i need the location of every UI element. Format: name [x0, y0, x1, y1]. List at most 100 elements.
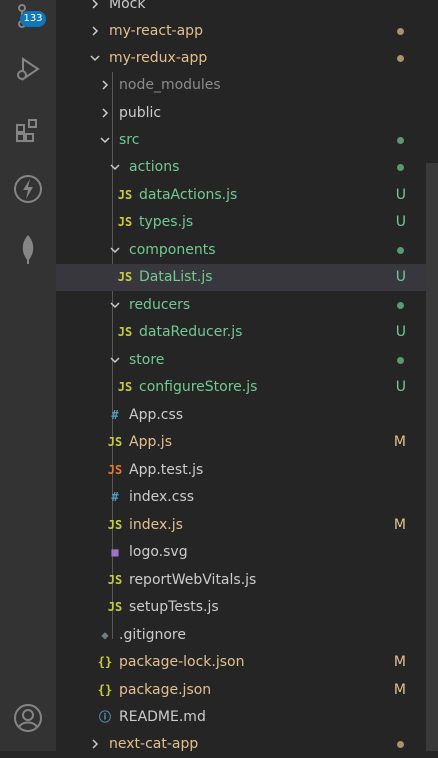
source-control-badge: 133: [20, 11, 46, 27]
tree-item-label: configureStore.js: [139, 379, 258, 395]
tree-folder[interactable]: components: [56, 237, 426, 264]
chevron-right-icon[interactable]: [88, 737, 102, 751]
git-status-dot: [397, 357, 404, 364]
extensions-icon[interactable]: [0, 106, 56, 154]
json-file-icon: {}: [97, 655, 113, 669]
js-file-icon: JS: [117, 270, 133, 284]
css-file-icon: #: [111, 490, 119, 504]
tree-folder[interactable]: node_modules: [56, 72, 426, 99]
tree-item-label: actions: [129, 159, 180, 175]
scrollbar-thumb[interactable]: [426, 163, 438, 751]
tree-item-label: components: [129, 242, 216, 258]
tree-folder[interactable]: reducers: [56, 292, 426, 319]
git-status-badge: U: [395, 214, 406, 230]
js-file-icon: JS: [117, 215, 133, 229]
svg-file-icon: ■: [111, 545, 119, 559]
tree-file[interactable]: # App.css: [56, 402, 426, 429]
js-file-icon: JS: [107, 573, 123, 587]
chevron-down-icon[interactable]: [88, 51, 102, 65]
tree-file[interactable]: JS App.test.js: [56, 457, 426, 484]
tree-item-label: package.json: [119, 682, 212, 698]
mongodb-leaf-icon[interactable]: [0, 225, 56, 273]
chevron-right-icon[interactable]: [98, 106, 112, 120]
chevron-right-icon[interactable]: [98, 78, 112, 92]
tree-file[interactable]: JS reportWebVitals.js: [56, 567, 426, 594]
tree-item-label: src: [119, 132, 140, 148]
tree-file[interactable]: JS App.js M: [56, 429, 426, 456]
tree-item-label: App.css: [129, 407, 184, 423]
tree-folder[interactable]: store: [56, 347, 426, 374]
git-status-badge: M: [393, 654, 406, 670]
tree-folder[interactable]: Mock: [56, 0, 426, 18]
js-file-icon: JS: [107, 435, 123, 449]
tree-item-label: README.md: [119, 709, 206, 725]
json-file-icon: {}: [97, 683, 113, 697]
tree-file[interactable]: JS index.js M: [56, 512, 426, 539]
tree-file[interactable]: JS dataActions.js U: [56, 182, 426, 209]
git-status-badge: U: [395, 187, 406, 203]
tree-file[interactable]: ■ logo.svg: [56, 539, 426, 566]
tree-item-label: App.test.js: [129, 462, 204, 478]
tree-item-label: .gitignore: [119, 627, 186, 643]
tree-item-label: store: [129, 352, 165, 368]
tree-file[interactable]: ⓘ README.md: [56, 704, 426, 731]
tree-file[interactable]: # index.css: [56, 484, 426, 511]
tree-file[interactable]: JS setupTests.js: [56, 594, 426, 621]
git-status-badge: U: [395, 379, 406, 395]
tree-item-label: next-cat-app: [109, 736, 199, 752]
js-file-icon: JS: [117, 325, 133, 339]
chevron-right-icon[interactable]: [88, 0, 102, 11]
info-file-icon: ⓘ: [98, 710, 111, 724]
account-icon[interactable]: [0, 694, 56, 742]
tree-file[interactable]: JS configureStore.js U: [56, 374, 426, 401]
tree-item-label: my-redux-app: [109, 50, 208, 66]
thunder-client-icon[interactable]: [0, 165, 56, 213]
git-file-icon: ◆: [101, 628, 109, 642]
test-file-icon: JS: [107, 463, 123, 477]
tree-file[interactable]: JS dataReducer.js U: [56, 319, 426, 346]
js-file-icon: JS: [107, 518, 123, 532]
git-status-dot: [397, 247, 404, 254]
tree-folder[interactable]: public: [56, 100, 426, 127]
tree-item-label: node_modules: [119, 77, 221, 93]
chevron-down-icon[interactable]: [98, 133, 112, 147]
chevron-down-icon[interactable]: [108, 298, 122, 312]
tree-item-label: setupTests.js: [129, 599, 219, 615]
git-status-dot: [397, 164, 404, 171]
chevron-right-icon[interactable]: [88, 24, 102, 38]
css-file-icon: #: [111, 408, 119, 422]
tree-item-label: reportWebVitals.js: [129, 572, 257, 588]
tree-item-label: package-lock.json: [119, 654, 245, 670]
tree-folder[interactable]: next-cat-app: [56, 731, 426, 758]
git-status-dot: [397, 28, 404, 35]
tree-folder[interactable]: my-react-app: [56, 18, 426, 45]
tree-item-label: public: [119, 105, 162, 121]
tree-item-label: logo.svg: [129, 544, 188, 560]
tree-file[interactable]: ◆ .gitignore: [56, 622, 426, 649]
tree-folder[interactable]: actions: [56, 154, 426, 181]
tree-file[interactable]: {} package.json M: [56, 677, 426, 704]
tree-folder[interactable]: my-redux-app: [56, 45, 426, 72]
js-file-icon: JS: [117, 188, 133, 202]
tree-item-label: types.js: [139, 214, 194, 230]
tree-item-label: reducers: [129, 297, 191, 313]
activity-bar: 133: [0, 0, 56, 751]
tree-file[interactable]: {} package-lock.json M: [56, 649, 426, 676]
tree-file[interactable]: JS DataList.js U: [56, 264, 426, 291]
tree-item-label: dataReducer.js: [139, 324, 243, 340]
tree-item-label: Mock: [109, 0, 146, 12]
git-status-dot: [397, 302, 404, 309]
chevron-down-icon[interactable]: [108, 160, 122, 174]
git-status-badge: U: [395, 269, 406, 285]
tree-item-label: DataList.js: [139, 269, 213, 285]
tree-file[interactable]: JS types.js U: [56, 209, 426, 236]
chevron-down-icon[interactable]: [108, 353, 122, 367]
explorer-tree: Mock my-react-app my-redux-app node_modules…: [56, 0, 426, 752]
git-status-dot: [397, 55, 404, 62]
tree-item-label: my-react-app: [109, 23, 203, 39]
git-status-badge: U: [395, 324, 406, 340]
run-debug-icon[interactable]: [0, 45, 56, 93]
chevron-down-icon[interactable]: [108, 243, 122, 257]
js-file-icon: JS: [107, 600, 123, 614]
tree-folder[interactable]: src: [56, 127, 426, 154]
